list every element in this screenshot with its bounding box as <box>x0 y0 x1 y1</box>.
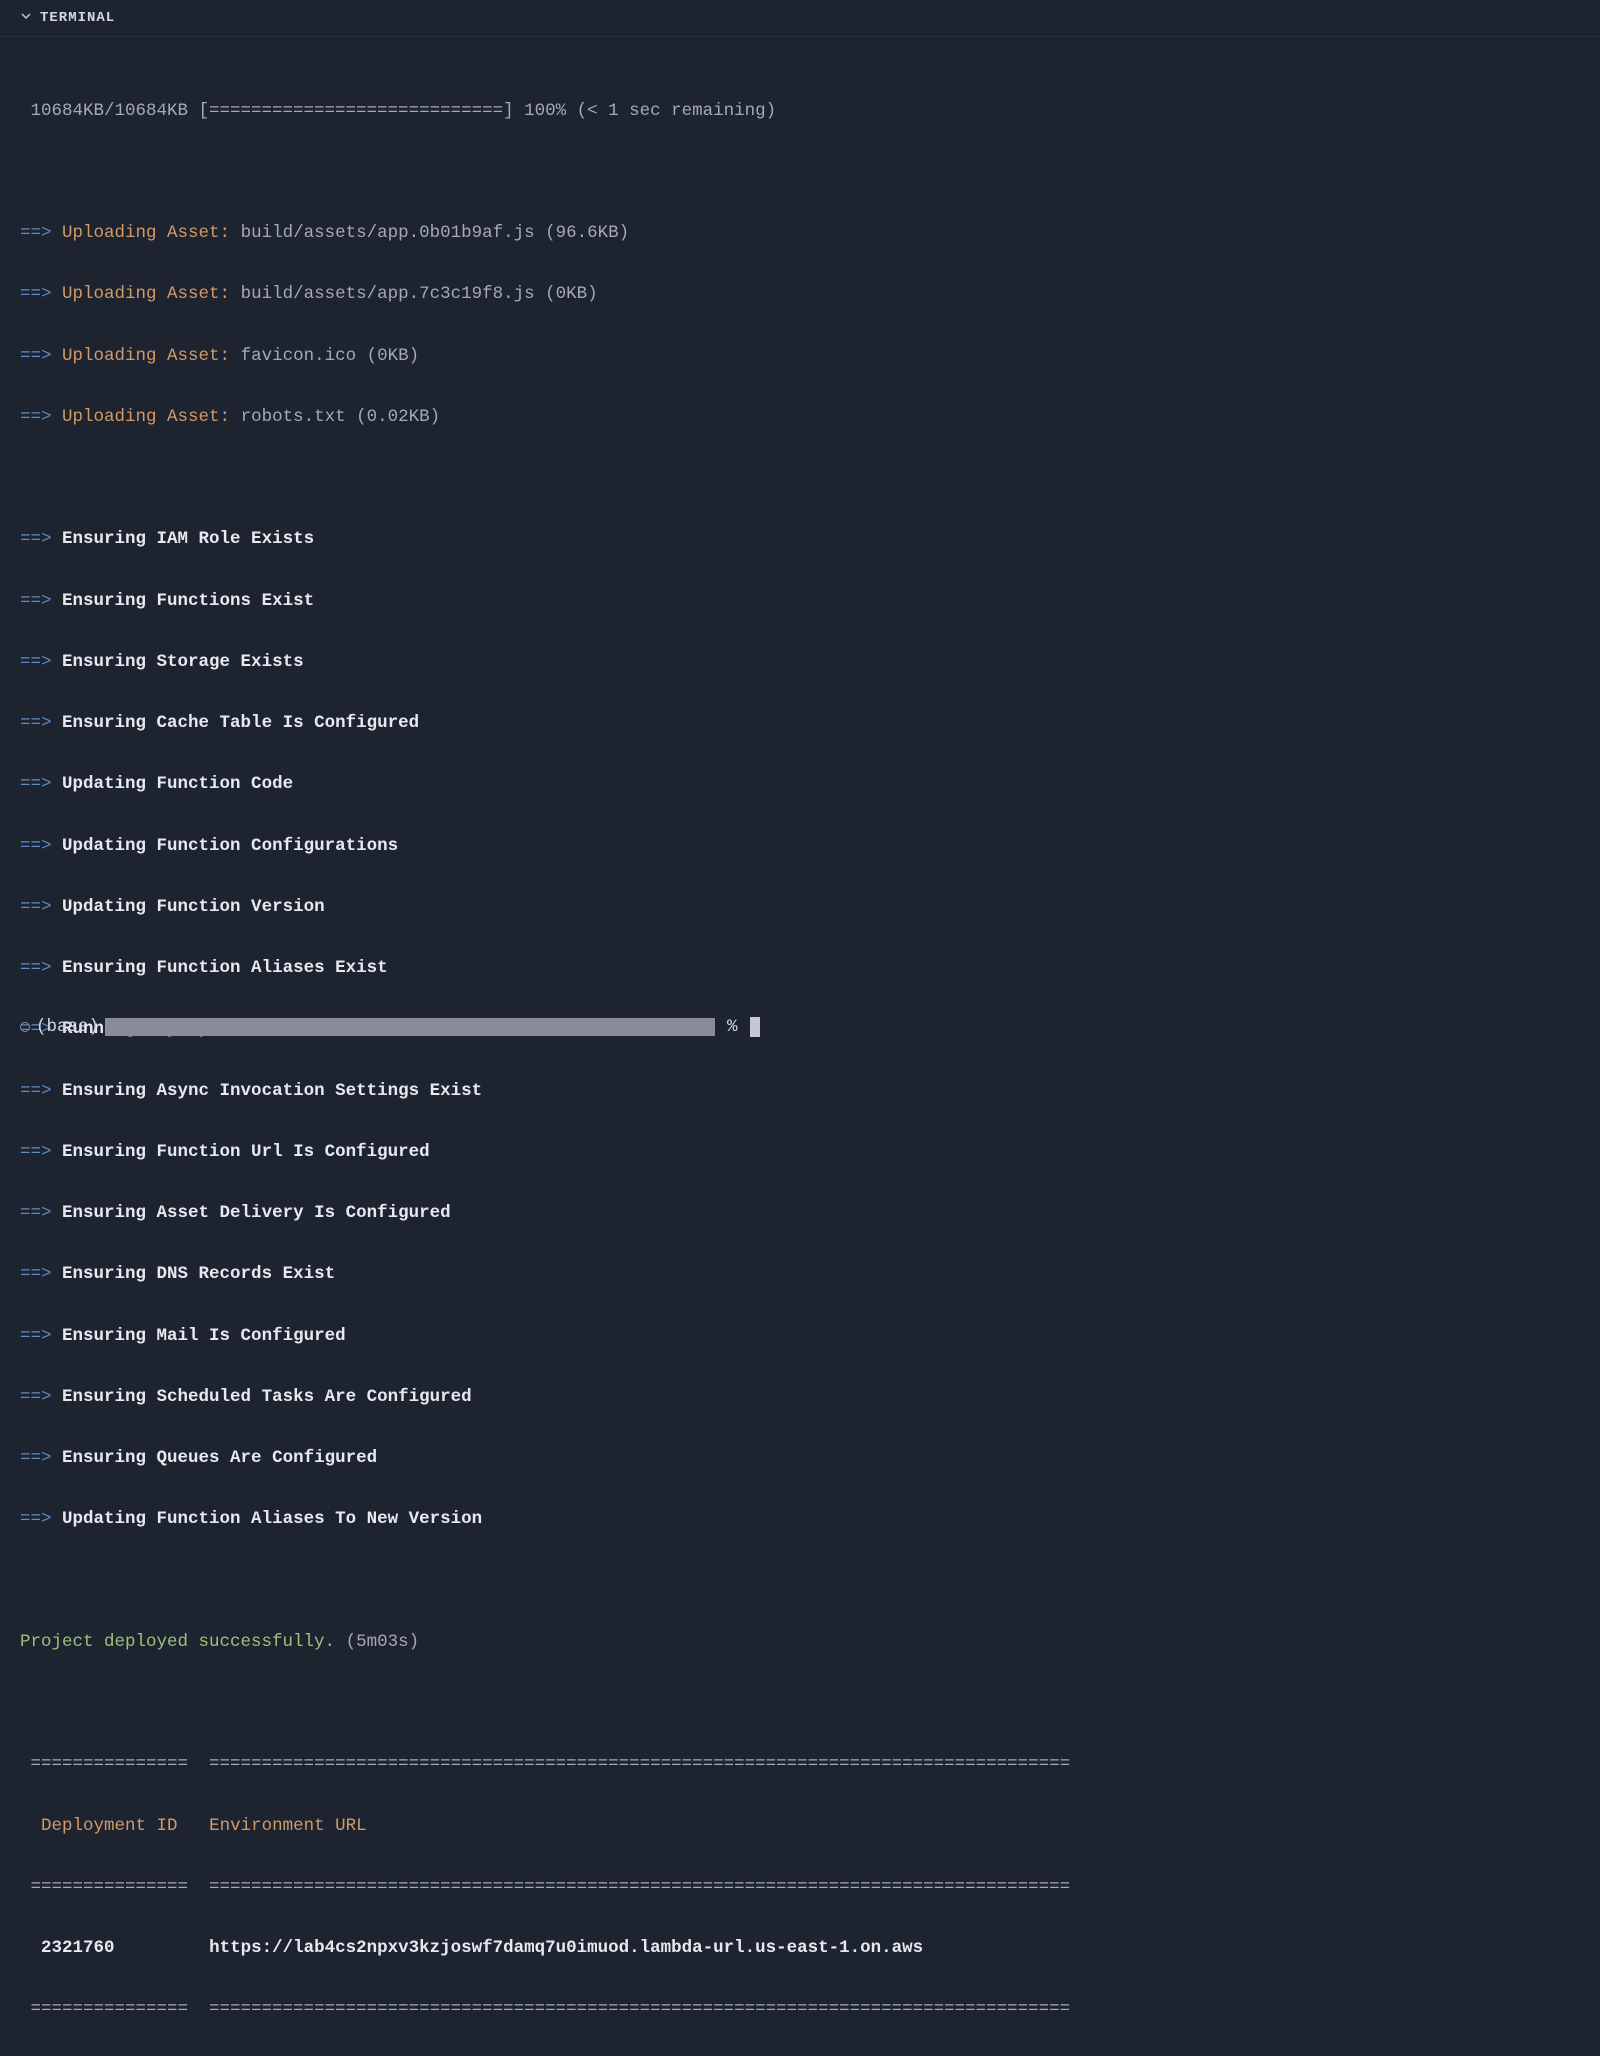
table-row: 2321760 https://lab4cs2npxv3kzjoswf7damq… <box>20 1933 1580 1964</box>
prompt-path <box>105 1018 715 1036</box>
step-text: Ensuring Storage Exists <box>62 652 304 672</box>
upload-line: ==> Uploading Asset: build/assets/app.0b… <box>20 218 1580 249</box>
step-line: ==> Ensuring Async Invocation Settings E… <box>20 1076 1580 1107</box>
step-line: ==> Updating Function Version <box>20 892 1580 923</box>
step-text: Updating Function Configurations <box>62 836 398 856</box>
arrow-prefix: ==> <box>20 1142 52 1162</box>
step-line: ==> Ensuring Functions Exist <box>20 586 1580 617</box>
table-col1-header: Deployment ID <box>31 1816 199 1836</box>
step-text: Ensuring Cache Table Is Configured <box>62 713 419 733</box>
step-line: ==> Ensuring IAM Role Exists <box>20 524 1580 555</box>
circle-icon <box>20 1022 30 1032</box>
step-line: ==> Ensuring DNS Records Exist <box>20 1259 1580 1290</box>
arrow-prefix: ==> <box>20 407 52 427</box>
upload-label: Uploading Asset: <box>62 407 230 427</box>
step-text: Updating Function Aliases To New Version <box>62 1509 482 1529</box>
upload-path: build/assets/app.0b01b9af.js (96.6KB) <box>241 223 630 243</box>
arrow-prefix: ==> <box>20 836 52 856</box>
upload-label: Uploading Asset: <box>62 346 230 366</box>
arrow-prefix: ==> <box>20 1448 52 1468</box>
cursor <box>750 1017 760 1037</box>
arrow-prefix: ==> <box>20 774 52 794</box>
prompt-bar[interactable]: (base) % <box>0 1017 1600 1037</box>
step-line: ==> Ensuring Cache Table Is Configured <box>20 708 1580 739</box>
step-text: Ensuring Asset Delivery Is Configured <box>62 1203 451 1223</box>
step-line: ==> Ensuring Scheduled Tasks Are Configu… <box>20 1382 1580 1413</box>
upload-line: ==> Uploading Asset: build/assets/app.7c… <box>20 279 1580 310</box>
step-line: ==> Updating Function Code <box>20 769 1580 800</box>
terminal-title: TERMINAL <box>40 10 115 26</box>
step-line: ==> Ensuring Queues Are Configured <box>20 1443 1580 1474</box>
success-line: Project deployed successfully. (5m03s) <box>20 1627 1580 1658</box>
step-text: Ensuring Mail Is Configured <box>62 1326 346 1346</box>
step-line: ==> Ensuring Storage Exists <box>20 647 1580 678</box>
prompt-percent: % <box>727 1017 738 1037</box>
upload-path: robots.txt (0.02KB) <box>241 407 441 427</box>
step-line: ==> Updating Function Configurations <box>20 831 1580 862</box>
arrow-prefix: ==> <box>20 958 52 978</box>
terminal-output[interactable]: 10684KB/10684KB [=======================… <box>0 37 1600 2056</box>
step-line: ==> Ensuring Function Url Is Configured <box>20 1137 1580 1168</box>
step-text: Ensuring Scheduled Tasks Are Configured <box>62 1387 472 1407</box>
table-separator: =============== ========================… <box>20 1872 1580 1903</box>
table-col2-header: Environment URL <box>209 1816 367 1836</box>
deployment-id: 2321760 <box>31 1938 199 1958</box>
progress-line: 10684KB/10684KB [=======================… <box>20 96 1580 127</box>
arrow-prefix: ==> <box>20 1509 52 1529</box>
arrow-prefix: ==> <box>20 1081 52 1101</box>
step-text: Ensuring Function Url Is Configured <box>62 1142 430 1162</box>
arrow-prefix: ==> <box>20 1387 52 1407</box>
step-text: Updating Function Version <box>62 897 325 917</box>
prompt-env: (base) <box>36 1017 99 1037</box>
arrow-prefix: ==> <box>20 1264 52 1284</box>
step-line: ==> Ensuring Mail Is Configured <box>20 1321 1580 1352</box>
step-text: Ensuring DNS Records Exist <box>62 1264 335 1284</box>
upload-path: build/assets/app.7c3c19f8.js (0KB) <box>241 284 598 304</box>
step-line: ==> Ensuring Asset Delivery Is Configure… <box>20 1198 1580 1229</box>
success-duration: (5m03s) <box>346 1632 420 1652</box>
chevron-down-icon[interactable] <box>20 10 32 26</box>
table-separator: =============== ========================… <box>20 1994 1580 2025</box>
upload-line: ==> Uploading Asset: favicon.ico (0KB) <box>20 341 1580 372</box>
step-text: Ensuring IAM Role Exists <box>62 529 314 549</box>
arrow-prefix: ==> <box>20 284 52 304</box>
step-line: ==> Updating Function Aliases To New Ver… <box>20 1504 1580 1535</box>
arrow-prefix: ==> <box>20 1203 52 1223</box>
terminal-header: TERMINAL <box>0 0 1600 37</box>
upload-label: Uploading Asset: <box>62 223 230 243</box>
step-text: Updating Function Code <box>62 774 293 794</box>
arrow-prefix: ==> <box>20 346 52 366</box>
arrow-prefix: ==> <box>20 529 52 549</box>
success-message: Project deployed successfully. <box>20 1632 335 1652</box>
arrow-prefix: ==> <box>20 713 52 733</box>
arrow-prefix: ==> <box>20 897 52 917</box>
step-line: ==> Ensuring Function Aliases Exist <box>20 953 1580 984</box>
step-text: Ensuring Async Invocation Settings Exist <box>62 1081 482 1101</box>
arrow-prefix: ==> <box>20 223 52 243</box>
table-separator: =============== ========================… <box>20 1749 1580 1780</box>
step-text: Ensuring Function Aliases Exist <box>62 958 388 978</box>
arrow-prefix: ==> <box>20 1326 52 1346</box>
upload-path: favicon.ico (0KB) <box>241 346 420 366</box>
table-header: Deployment ID Environment URL <box>20 1811 1580 1842</box>
step-text: Ensuring Queues Are Configured <box>62 1448 377 1468</box>
arrow-prefix: ==> <box>20 652 52 672</box>
upload-line: ==> Uploading Asset: robots.txt (0.02KB) <box>20 402 1580 433</box>
step-text: Ensuring Functions Exist <box>62 591 314 611</box>
arrow-prefix: ==> <box>20 591 52 611</box>
environment-url: https://lab4cs2npxv3kzjoswf7damq7u0imuod… <box>209 1938 923 1958</box>
upload-label: Uploading Asset: <box>62 284 230 304</box>
